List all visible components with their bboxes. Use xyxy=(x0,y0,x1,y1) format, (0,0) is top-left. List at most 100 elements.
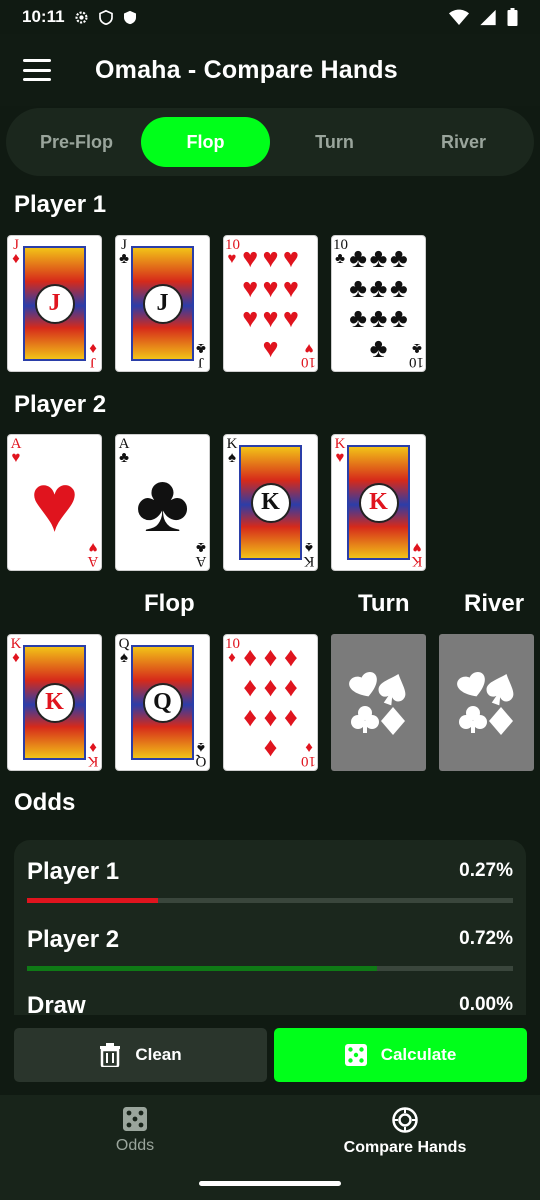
card-face-rank: J xyxy=(34,283,75,324)
dice-icon xyxy=(344,1044,367,1066)
card-pip: ♣ xyxy=(349,302,368,333)
status-time: 10:11 xyxy=(22,7,65,26)
playing-card-p1-2[interactable]: J ♣ J ♣ J xyxy=(115,235,210,372)
card-face-art: J xyxy=(23,246,86,361)
card-suit: ♥ xyxy=(227,251,237,267)
odds-name: Draw xyxy=(27,992,86,1015)
card-face-art: K xyxy=(23,645,86,760)
card-suit: ♥ xyxy=(304,340,314,356)
card-pip: ♦ xyxy=(243,672,258,703)
card-suit: ♦ xyxy=(89,739,97,755)
home-indicator xyxy=(199,1181,341,1186)
playing-card-p2-3[interactable]: K ♠ K ♠ K xyxy=(223,434,318,571)
card-corner-index: 10 ♥ xyxy=(225,238,240,267)
tab-flop[interactable]: Flop xyxy=(141,117,270,167)
card-rank: K xyxy=(226,436,238,452)
card-pip: ♣ xyxy=(349,243,368,274)
card-face-art: K xyxy=(239,445,302,560)
odds-percent: 0.72% xyxy=(459,928,513,949)
river-label: River xyxy=(464,590,525,617)
card-pip: ♥ xyxy=(242,302,259,333)
nav-compare-hands-label: Compare Hands xyxy=(343,1139,467,1156)
card-pip: ♣ xyxy=(389,273,408,304)
card-suit: ♦ xyxy=(12,251,20,267)
card-pip: ♦ xyxy=(263,731,278,762)
card-pip: ♦ xyxy=(283,642,298,673)
card-center-pip: ♣ xyxy=(135,458,190,549)
turn-card-slot[interactable] xyxy=(331,634,426,771)
playing-card-flop-2[interactable]: Q ♠ Q ♠ Q xyxy=(115,634,210,771)
card-pip: ♦ xyxy=(243,642,258,673)
player2-title: Player 2 xyxy=(14,391,107,418)
card-rank: K xyxy=(87,753,99,769)
card-pip: ♣ xyxy=(369,273,388,304)
trash-icon xyxy=(100,1043,121,1067)
card-face-rank: Q xyxy=(142,682,183,723)
flop-label: Flop xyxy=(144,590,195,617)
card-suit: ♠ xyxy=(228,450,236,466)
card-pip: ♥ xyxy=(242,243,259,274)
playing-card-p1-1[interactable]: J ♦ J ♦ J xyxy=(7,235,102,372)
card-pip: ♣ xyxy=(349,273,368,304)
player1-title: Player 1 xyxy=(14,191,107,218)
card-corner-index: K ♠ xyxy=(302,539,316,569)
odds-row-player2: Player 2 0.72% xyxy=(27,926,513,986)
card-pip: ♣ xyxy=(369,243,388,274)
card-corner-index: J ♣ xyxy=(117,238,131,267)
odds-percent: 0.27% xyxy=(459,860,513,881)
card-rank: K xyxy=(411,553,423,569)
card-suits-icon xyxy=(348,671,405,735)
playing-card-p1-3[interactable]: 10 ♥ 10 ♥ ♥ ♥ ♥ ♥ ♥ ♥ ♥ ♥ ♥ ♥ xyxy=(223,235,318,372)
playing-card-p2-2[interactable]: A ♣ A ♣ ♣ xyxy=(115,434,210,571)
signal-icon xyxy=(480,9,496,25)
card-suit: ♣ xyxy=(119,251,129,267)
card-face-rank: K xyxy=(34,682,75,723)
card-suit: ♥ xyxy=(335,450,345,466)
turn-label: Turn xyxy=(358,590,410,617)
menu-icon[interactable] xyxy=(23,59,51,81)
card-pip: ♦ xyxy=(263,672,278,703)
card-suit: ♦ xyxy=(89,340,97,356)
odds-name: Player 1 xyxy=(27,858,120,885)
card-rank: 10 xyxy=(409,354,424,370)
river-card-slot[interactable] xyxy=(439,634,534,771)
card-pip: ♣ xyxy=(389,302,408,333)
shield-icon xyxy=(98,9,113,25)
dice-icon xyxy=(123,1107,147,1131)
card-rank: A xyxy=(10,436,22,452)
card-rank: J xyxy=(90,354,96,370)
card-suit: ♥ xyxy=(412,539,422,555)
playing-card-flop-3[interactable]: 10 ♦ 10 ♦ ♦ ♦ ♦ ♦ ♦ ♦ ♦ ♦ ♦ ♦ xyxy=(223,634,318,771)
card-rank: Q xyxy=(118,636,130,652)
card-center-pip: ♥ xyxy=(30,458,79,549)
card-pip: ♣ xyxy=(389,243,408,274)
odds-bar xyxy=(27,898,513,903)
card-pip: ♦ xyxy=(243,701,258,732)
playing-card-flop-1[interactable]: K ♦ K ♦ K xyxy=(7,634,102,771)
playing-card-p2-1[interactable]: A ♥ A ♥ ♥ xyxy=(7,434,102,571)
tab-turn[interactable]: Turn xyxy=(270,117,399,167)
card-rank: 10 xyxy=(301,354,316,370)
stage-tabs: Pre-Flop Flop Turn River xyxy=(6,108,534,176)
tab-river[interactable]: River xyxy=(399,117,528,167)
tab-pre-flop[interactable]: Pre-Flop xyxy=(12,117,141,167)
card-pips: ♣ ♣ ♣ ♣ ♣ ♣ ♣ ♣ ♣ ♣ xyxy=(348,244,409,363)
card-corner-index: Q ♠ xyxy=(194,739,208,769)
card-face-art: J xyxy=(131,246,194,361)
card-rank: 10 xyxy=(333,237,348,253)
card-suit: ♣ xyxy=(412,340,422,356)
card-face-art: Q xyxy=(131,645,194,760)
calculate-label: Calculate xyxy=(380,1045,457,1064)
calculate-button[interactable]: Calculate xyxy=(274,1028,527,1082)
card-pip: ♥ xyxy=(262,302,279,333)
chip-icon xyxy=(392,1107,418,1133)
card-suit: ♦ xyxy=(12,650,20,666)
card-corner-index: K ♦ xyxy=(9,637,23,666)
card-face-art: K xyxy=(347,445,410,560)
playing-card-p2-4[interactable]: K ♥ K ♥ K xyxy=(331,434,426,571)
odds-percent: 0.00% xyxy=(459,994,513,1015)
card-pip: ♦ xyxy=(283,701,298,732)
clean-button[interactable]: Clean xyxy=(14,1028,267,1082)
card-corner-index: 10 ♦ xyxy=(301,739,316,769)
playing-card-p1-4[interactable]: 10 ♣ 10 ♣ ♣ ♣ ♣ ♣ ♣ ♣ ♣ ♣ ♣ ♣ xyxy=(331,235,426,372)
